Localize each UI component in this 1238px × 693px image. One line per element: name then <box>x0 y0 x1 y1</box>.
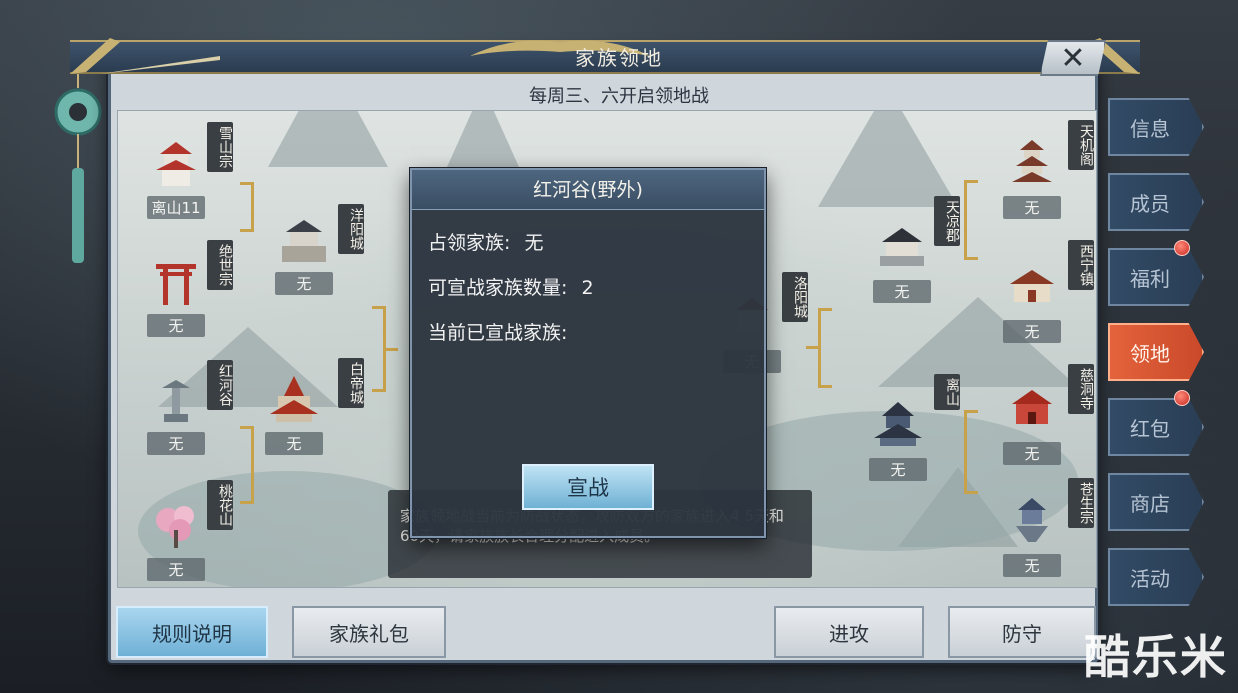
attack-button[interactable]: 进攻 <box>774 606 924 658</box>
subtitle: 每周三、六开启领地战 <box>529 86 709 107</box>
torii-gate-icon <box>156 264 196 305</box>
territory-node[interactable]: 无 <box>262 374 326 455</box>
territory-label: 离山 <box>934 374 960 410</box>
owner-label: 无 <box>147 432 205 455</box>
occupy-label: 占领家族: <box>428 232 511 254</box>
declarable-label: 可宣战家族数量: <box>428 277 568 299</box>
owner-label: 无 <box>869 458 927 481</box>
owner-label: 无 <box>265 432 323 455</box>
mountain <box>818 111 958 207</box>
territory-label: 慈洞寺 <box>1068 364 1094 414</box>
tab-welfare[interactable]: 福利 <box>1108 248 1204 306</box>
territory-label: 洛阳城 <box>782 272 808 322</box>
declarable-row: 可宣战家族数量: 2 <box>428 273 594 300</box>
territory-node[interactable]: 无 <box>1000 496 1064 577</box>
bracket-connector <box>386 348 398 351</box>
territory-label: 雪山宗 <box>207 122 233 172</box>
bracket <box>240 426 254 504</box>
bracket <box>240 182 254 232</box>
notification-badge <box>1174 390 1190 406</box>
mountain-palace-icon <box>874 402 922 446</box>
territory-node[interactable]: 无 <box>144 374 208 455</box>
pagoda-icon <box>156 142 196 186</box>
owner-label: 无 <box>1003 554 1061 577</box>
owner-label: 无 <box>873 280 931 303</box>
tab-red-packet[interactable]: 红包 <box>1108 398 1204 456</box>
territory-label: 洋阳城 <box>338 204 364 254</box>
declarable-value: 2 <box>581 277 594 299</box>
territory-detail-popup: 红河谷(野外) 占领家族: 无 可宣战家族数量: 2 当前已宣战家族: 宣战 <box>410 168 766 538</box>
territory-label: 桃花山 <box>207 480 233 530</box>
bracket <box>372 306 386 392</box>
territory-label: 红河谷 <box>207 360 233 410</box>
mountain <box>268 111 388 167</box>
palace-icon <box>880 228 924 266</box>
owner-label: 无 <box>1003 320 1061 343</box>
watermark-logo: 酷乐米 <box>1084 630 1228 684</box>
occupy-value: 无 <box>524 232 544 254</box>
territory-node[interactable]: 无 <box>144 256 208 337</box>
territory-node[interactable]: 无 <box>272 214 336 295</box>
tab-activity[interactable]: 活动 <box>1108 548 1204 606</box>
bracket <box>964 180 978 260</box>
territory-node[interactable]: 无 <box>1000 262 1064 343</box>
declared-label: 当前已宣战家族: <box>428 322 568 344</box>
bracket <box>964 410 978 494</box>
bracket-connector <box>806 346 818 349</box>
territory-label: 西宁镇 <box>1068 240 1094 290</box>
tab-territory[interactable]: 领地 <box>1108 323 1204 381</box>
territory-label: 苍生宗 <box>1068 478 1094 528</box>
fortress-icon <box>282 220 326 262</box>
notification-badge <box>1174 240 1190 256</box>
territory-label: 天凉郡 <box>934 196 960 246</box>
territory-node[interactable]: 无 <box>144 500 208 581</box>
manor-icon <box>1010 270 1054 302</box>
territory-node[interactable]: 无 <box>870 222 934 303</box>
family-gift-button[interactable]: 家族礼包 <box>292 606 446 658</box>
occupy-row: 占领家族: 无 <box>428 228 543 255</box>
owner-label: 离山11 <box>147 196 205 219</box>
owner-label: 无 <box>147 558 205 581</box>
bracket <box>818 308 832 388</box>
shrine-icon <box>162 380 190 422</box>
territory-node[interactable]: 无 <box>1000 138 1064 219</box>
floating-pavilion-icon <box>1016 498 1048 542</box>
tab-info[interactable]: 信息 <box>1108 98 1204 156</box>
territory-label: 白帝城 <box>338 358 364 408</box>
declare-war-button[interactable]: 宣战 <box>522 464 654 510</box>
pagoda-icon <box>1012 140 1052 182</box>
close-button[interactable]: ✕ <box>1040 40 1106 76</box>
territory-node[interactable]: 无 <box>866 400 930 481</box>
owner-label: 无 <box>1003 442 1061 465</box>
popup-title: 红河谷(野外) <box>412 170 764 210</box>
territory-node[interactable]: 离山11 <box>144 138 208 219</box>
territory-label: 绝世宗 <box>207 240 233 290</box>
temple-icon <box>270 376 318 422</box>
tab-members[interactable]: 成员 <box>1108 173 1204 231</box>
monastery-icon <box>1012 390 1052 424</box>
tab-shop[interactable]: 商店 <box>1108 473 1204 531</box>
territory-node[interactable]: 无 <box>1000 384 1064 465</box>
peach-blossom-icon <box>156 506 194 548</box>
owner-label: 无 <box>1003 196 1061 219</box>
defend-button[interactable]: 防守 <box>948 606 1096 658</box>
territory-label: 天机阁 <box>1068 120 1094 170</box>
rules-button[interactable]: 规则说明 <box>116 606 268 658</box>
owner-label: 无 <box>275 272 333 295</box>
owner-label: 无 <box>147 314 205 337</box>
